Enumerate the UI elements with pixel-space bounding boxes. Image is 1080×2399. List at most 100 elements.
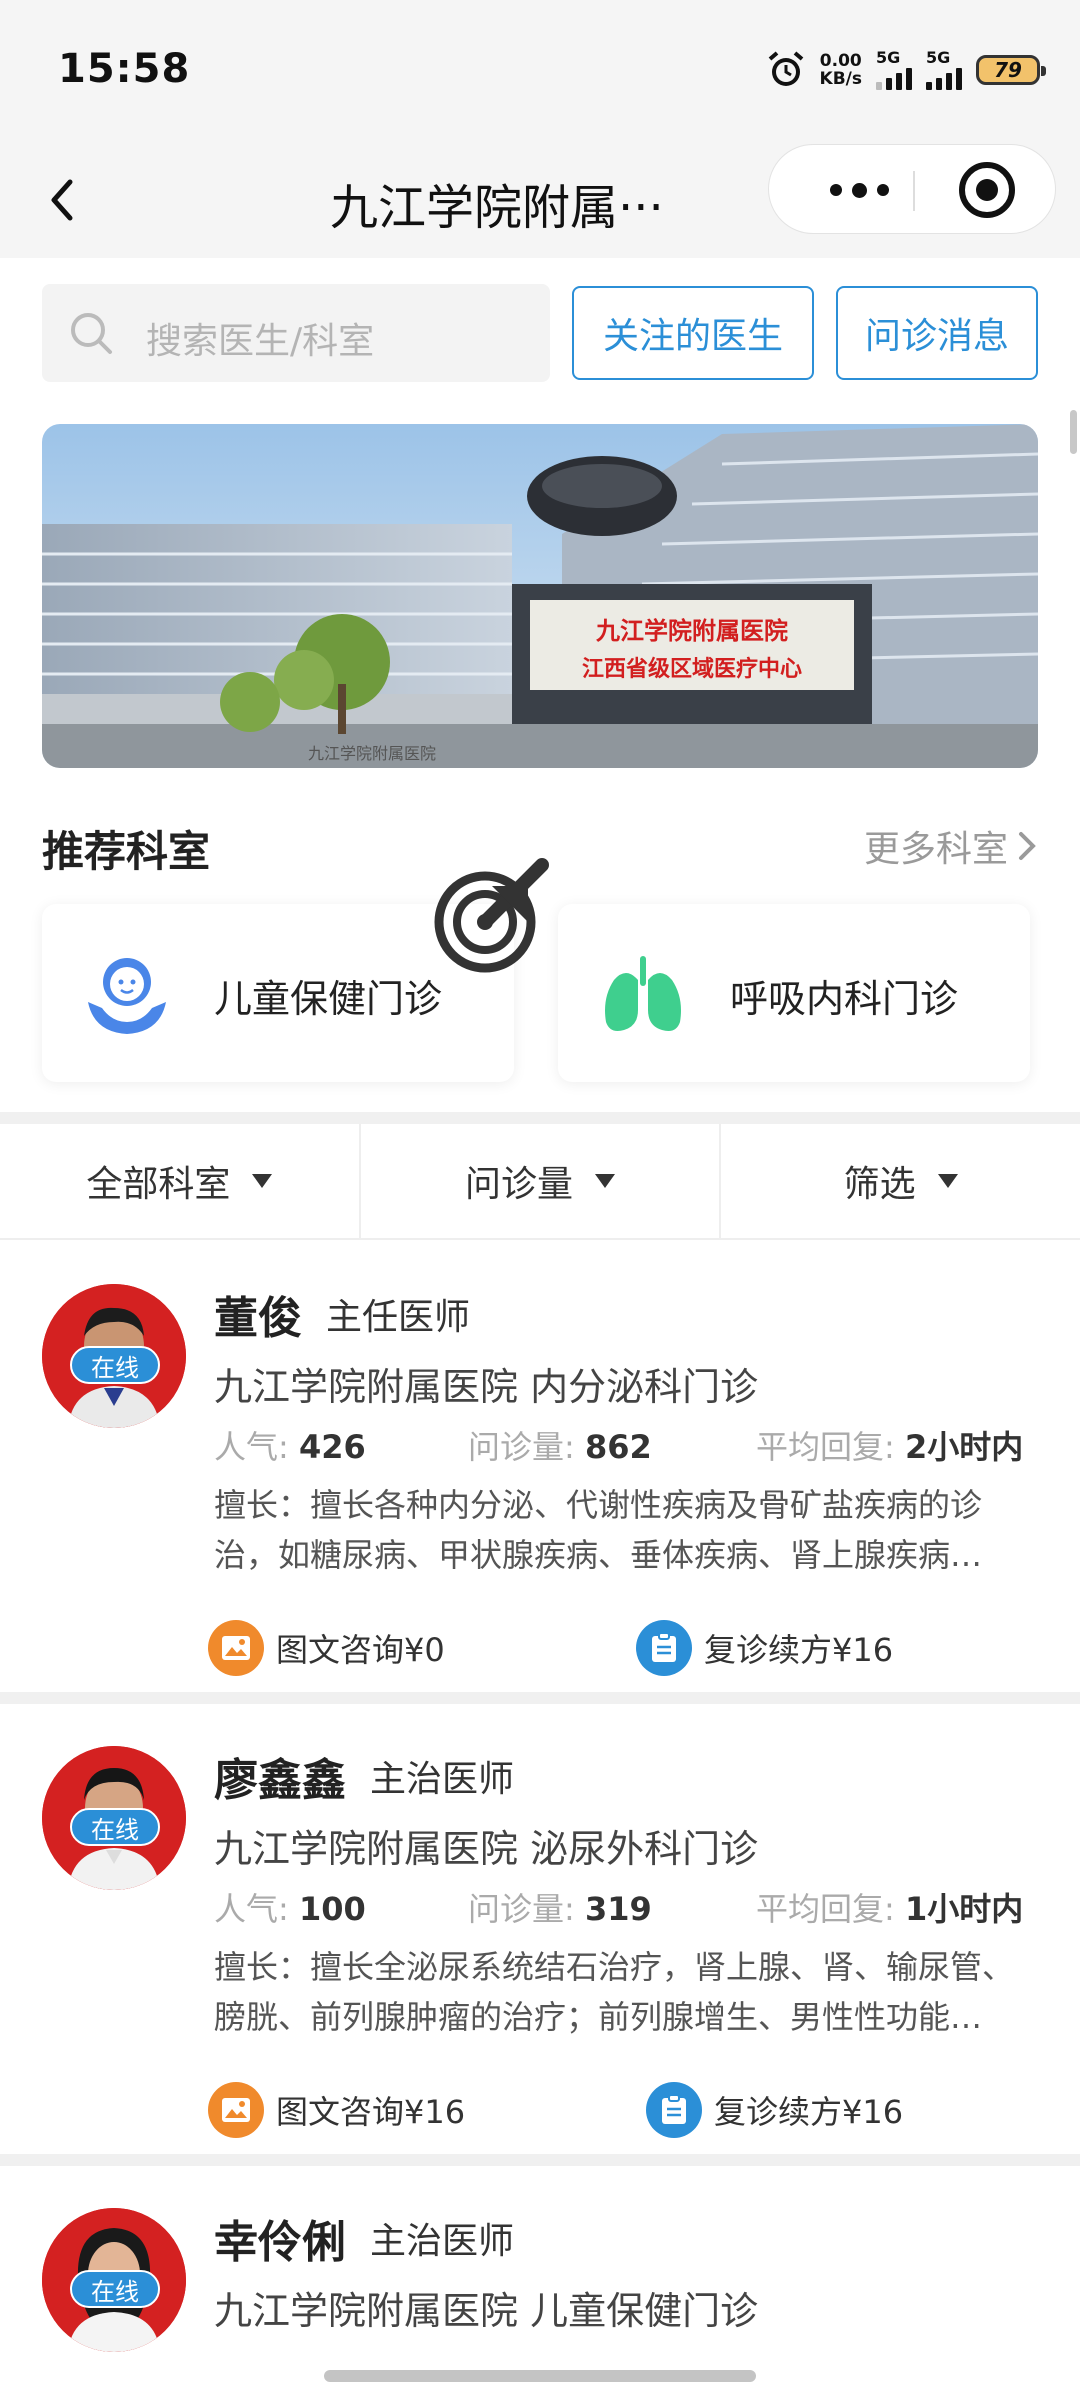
online-badge: 在线 [70, 1808, 160, 1846]
title-bar: 九江学院附属··· [0, 140, 1080, 258]
back-arrow-icon[interactable] [40, 170, 90, 230]
filter-dropdown[interactable]: 筛选 [721, 1124, 1080, 1238]
chevron-right-icon [1019, 832, 1036, 860]
department-label: 呼吸内科门诊 [730, 977, 959, 1021]
consult-count-value: 319 [584, 1890, 652, 1928]
doctor-department: 九江学院附属医院 内分泌科门诊 [214, 1365, 759, 1409]
network-speed-unit: KB/s [819, 69, 862, 89]
banner-facade-text: 九江学院附属医院 [308, 744, 436, 763]
search-placeholder: 搜索医生/科室 [146, 321, 375, 362]
tap-cursor-icon [434, 858, 549, 973]
page-title: 九江学院附属··· [330, 180, 664, 236]
reply-time-label: 平均回复: [756, 1890, 895, 1928]
popularity-value: 426 [298, 1428, 366, 1466]
signal-5g-1: 5G [876, 50, 912, 90]
child-care-icon [88, 958, 166, 1034]
popularity-value: 100 [298, 1890, 366, 1928]
image-icon [208, 2082, 264, 2138]
image-text-consult-service[interactable]: 图文咨询¥16 [208, 2082, 465, 2138]
recommended-departments-title: 推荐科室 [42, 827, 211, 876]
search-icon [71, 313, 112, 354]
popularity-stat: 人气: 100 [214, 1884, 366, 1930]
doctor-department: 九江学院附属医院 泌尿外科门诊 [214, 1827, 759, 1871]
department-filter-label: 全部科室 [86, 1164, 231, 1205]
more-options-icon[interactable] [809, 145, 909, 235]
doctor-expertise: 擅长：擅长全泌尿系统结石治疗，肾上腺、肾、输尿管、膀胱、前列腺肿瘤的治疗；前列腺… [214, 1948, 1015, 2036]
consult-count-sort-dropdown[interactable]: 问诊量 [361, 1124, 722, 1238]
lungs-icon [605, 956, 681, 1031]
banner-sign-line2: 江西省级区域医疗中心 [582, 656, 802, 682]
doctor-title: 主治医师 [370, 1759, 515, 1800]
popularity-label: 人气: [214, 1428, 289, 1466]
consult-count-stat: 问诊量: 862 [468, 1422, 652, 1468]
section-divider [0, 1112, 1080, 1124]
card-divider [0, 1692, 1080, 1704]
clipboard-icon [646, 2082, 702, 2138]
capsule-divider [913, 171, 915, 211]
online-badge: 在线 [70, 1346, 160, 1384]
reply-time-label: 平均回复: [756, 1428, 895, 1466]
scrollbar[interactable] [1070, 410, 1077, 454]
signal-label: 5G [876, 48, 901, 67]
department-filter-dropdown[interactable]: 全部科室 [0, 1124, 361, 1238]
status-bar: 15:58 0.00 KB/s 5G 5G 79 [0, 0, 1080, 140]
card-divider [0, 2154, 1080, 2166]
doctor-expertise: 擅长：擅长各种内分泌、代谢性疾病及骨矿盐疾病的诊治，如糖尿病、甲状腺疾病、垂体疾… [214, 1486, 983, 1574]
follow-up-renewal-service[interactable]: 复诊续方¥16 [636, 1620, 893, 1676]
signal-label: 5G [926, 48, 951, 67]
consult-count-sort-label: 问诊量 [465, 1164, 574, 1205]
follow-up-renewal-service[interactable]: 复诊续方¥16 [646, 2082, 903, 2138]
doctor-title: 主治医师 [370, 2221, 515, 2262]
signal-bars-icon [876, 66, 912, 90]
doctor-card[interactable]: 在线 廖鑫鑫 主治医师 九江学院附属医院 泌尿外科门诊 人气: 100 问诊量:… [0, 1704, 1080, 2154]
image-icon [208, 1620, 264, 1676]
dropdown-arrow-icon [937, 1174, 958, 1188]
signal-bars-icon [926, 66, 962, 90]
service-label: 图文咨询¥16 [276, 2093, 466, 2131]
home-indicator[interactable] [324, 2370, 756, 2382]
doctor-title: 主任医师 [326, 1297, 471, 1338]
hospital-banner-image[interactable]: 九江学院附属医院 江西省级区域医疗中心 九江学院附属医院 [42, 424, 1038, 768]
close-mini-program-icon[interactable] [959, 162, 1015, 218]
service-label: 复诊续方¥16 [714, 2093, 904, 2131]
popularity-label: 人气: [214, 1890, 289, 1928]
consult-messages-button[interactable]: 问诊消息 [836, 286, 1038, 380]
filter-bar: 全部科室 问诊量 筛选 [0, 1124, 1080, 1240]
status-icons: 0.00 KB/s 5G 5G 79 [766, 50, 1046, 90]
consult-count-stat: 问诊量: 319 [468, 1884, 652, 1930]
department-card-respiratory[interactable]: 呼吸内科门诊 [558, 904, 1030, 1082]
followed-doctors-button[interactable]: 关注的医生 [572, 286, 814, 380]
filter-label: 筛选 [843, 1164, 916, 1205]
reply-time-stat: 平均回复: 2小时内 [756, 1422, 1023, 1468]
service-label: 复诊续方¥16 [704, 1631, 894, 1669]
online-badge: 在线 [70, 2270, 160, 2308]
doctor-card[interactable]: 在线 幸伶俐 主治医师 九江学院附属医院 儿童保健门诊 [0, 2166, 1080, 2399]
signal-5g-2: 5G [926, 50, 962, 90]
banner-sign-line1: 九江学院附属医院 [595, 616, 788, 645]
more-departments-label: 更多科室 [863, 829, 1008, 870]
doctor-name: 幸伶俐 [214, 2217, 346, 2268]
reply-time-value: 1小时内 [904, 1890, 1024, 1928]
network-speed: 0.00 KB/s [820, 52, 862, 88]
dropdown-arrow-icon [252, 1174, 273, 1188]
more-departments-link[interactable]: 更多科室 [864, 820, 1038, 872]
network-speed-value: 0.00 [819, 51, 862, 71]
doctor-name: 董俊 [214, 1293, 302, 1344]
doctor-department: 九江学院附属医院 儿童保健门诊 [214, 2289, 759, 2333]
dropdown-arrow-icon [595, 1174, 616, 1188]
search-input[interactable]: 搜索医生/科室 [42, 284, 550, 382]
doctor-card[interactable]: 在线 董俊 主任医师 九江学院附属医院 内分泌科门诊 人气: 426 问诊量: … [0, 1242, 1080, 1692]
doctor-name: 廖鑫鑫 [214, 1755, 346, 1806]
consult-count-label: 问诊量: [468, 1890, 575, 1928]
image-text-consult-service[interactable]: 图文咨询¥0 [208, 1620, 445, 1676]
service-label: 图文咨询¥0 [276, 1631, 445, 1669]
popularity-stat: 人气: 426 [214, 1422, 366, 1468]
consult-count-value: 862 [584, 1428, 652, 1466]
department-label: 儿童保健门诊 [214, 977, 443, 1021]
battery-icon: 79 [976, 55, 1046, 85]
mini-program-capsule [768, 144, 1056, 234]
status-time: 15:58 [58, 46, 191, 92]
consult-count-label: 问诊量: [468, 1428, 575, 1466]
clipboard-icon [636, 1620, 692, 1676]
alarm-icon [768, 51, 803, 86]
